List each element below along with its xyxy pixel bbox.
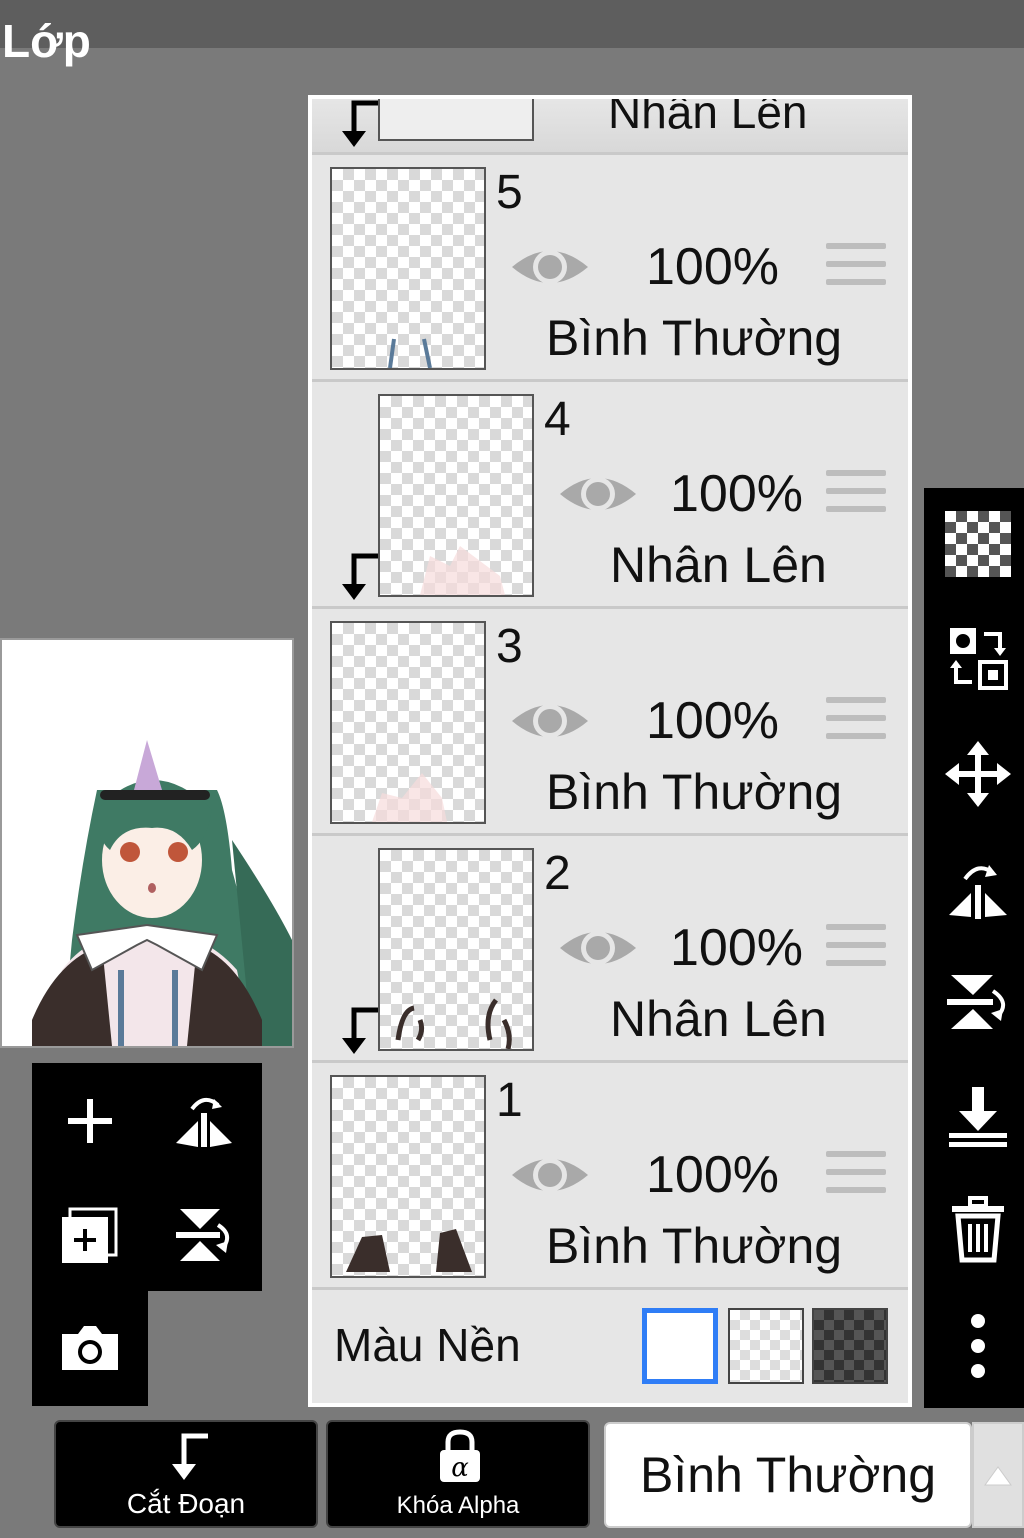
flip-horizontal-icon[interactable] bbox=[160, 1077, 248, 1165]
eye-icon[interactable] bbox=[558, 922, 638, 974]
layer-number: 5 bbox=[496, 166, 523, 219]
clip-button[interactable]: Cắt Đoạn bbox=[54, 1420, 318, 1528]
add-layer-icon[interactable] bbox=[46, 1077, 134, 1165]
flip-vertical-icon[interactable] bbox=[160, 1191, 248, 1279]
page-title: Lớp bbox=[2, 15, 91, 67]
clip-arrow-icon bbox=[172, 1433, 208, 1480]
clip-arrow-icon bbox=[342, 1007, 378, 1054]
bg-swatch-dark[interactable] bbox=[812, 1308, 888, 1384]
layer-mode[interactable]: Nhân Lên bbox=[610, 536, 827, 594]
layer-mode[interactable]: Bình Thường bbox=[546, 309, 842, 367]
eye-icon[interactable] bbox=[558, 468, 638, 520]
background-label: Màu Nền bbox=[334, 1319, 521, 1371]
layer-row[interactable]: 1 100% Bình Thường bbox=[312, 1063, 908, 1290]
trash-icon[interactable] bbox=[944, 1196, 1012, 1264]
lock-icon: α bbox=[440, 1429, 480, 1483]
move-icon[interactable] bbox=[944, 740, 1012, 808]
merge-down-icon[interactable] bbox=[944, 1082, 1012, 1150]
transparent-icon[interactable] bbox=[944, 510, 1012, 578]
eye-icon[interactable] bbox=[510, 1149, 590, 1201]
layer-opacity[interactable]: 100% bbox=[646, 691, 779, 751]
background-color-row: Màu Nền bbox=[312, 1288, 908, 1403]
drag-handle-icon[interactable] bbox=[826, 470, 886, 520]
layer-mode[interactable]: Bình Thường bbox=[546, 763, 842, 821]
alpha-lock-button[interactable]: α Khóa Alpha bbox=[326, 1420, 590, 1528]
layer-row-partial[interactable]: Nhân Lên bbox=[312, 99, 908, 155]
layer-thumbnail bbox=[378, 99, 534, 141]
blend-mode-select[interactable]: Bình Thường bbox=[604, 1422, 972, 1528]
flip-horizontal-icon[interactable] bbox=[944, 854, 1012, 922]
eye-icon[interactable] bbox=[510, 695, 590, 747]
camera-toolbox bbox=[32, 1290, 148, 1406]
layer-opacity[interactable]: 100% bbox=[670, 464, 803, 524]
layer-row[interactable]: 3 100% Bình Thường bbox=[312, 609, 908, 836]
layer-mode: Nhân Lên bbox=[608, 99, 808, 138]
layer-thumbnail bbox=[330, 621, 486, 824]
svg-text:α: α bbox=[451, 1453, 469, 1483]
alpha-lock-label: Khóa Alpha bbox=[396, 1492, 520, 1519]
layer-row[interactable]: 5 100% Bình Thường bbox=[312, 155, 908, 382]
layer-row[interactable]: 2 100% Nhân Lên bbox=[312, 836, 908, 1063]
drag-handle-icon[interactable] bbox=[826, 924, 886, 974]
layer-row[interactable]: 4 100% Nhân Lên bbox=[312, 382, 908, 609]
drag-handle-icon[interactable] bbox=[826, 697, 886, 747]
layer-opacity[interactable]: 100% bbox=[670, 918, 803, 978]
camera-icon[interactable] bbox=[46, 1304, 134, 1392]
more-icon[interactable] bbox=[944, 1312, 1012, 1380]
layer-toolbox bbox=[32, 1063, 262, 1291]
layer-thumbnail bbox=[378, 848, 534, 1051]
bg-swatch-white[interactable] bbox=[642, 1308, 718, 1384]
layer-number: 1 bbox=[496, 1074, 523, 1127]
layer-mode[interactable]: Nhân Lên bbox=[610, 990, 827, 1048]
swap-layers-icon[interactable] bbox=[944, 624, 1012, 692]
artwork-image bbox=[32, 740, 292, 1046]
eye-icon[interactable] bbox=[510, 241, 590, 293]
clip-arrow-icon bbox=[342, 553, 378, 600]
layer-opacity[interactable]: 100% bbox=[646, 237, 779, 297]
clip-label: Cắt Đoạn bbox=[126, 1488, 246, 1519]
flip-vertical-icon[interactable] bbox=[944, 968, 1012, 1036]
layer-number: 4 bbox=[544, 393, 571, 446]
chevron-up-icon[interactable] bbox=[972, 1422, 1024, 1528]
top-bar bbox=[0, 0, 1024, 48]
layer-number: 2 bbox=[544, 847, 571, 900]
layer-number: 3 bbox=[496, 620, 523, 673]
layer-panel: Nhân Lên 5 100% Bình Thường 4 100% Nhân … bbox=[308, 95, 912, 1407]
layer-mode[interactable]: Bình Thường bbox=[546, 1217, 842, 1275]
layer-thumbnail bbox=[330, 1075, 486, 1278]
layer-thumbnail bbox=[378, 394, 534, 597]
canvas-preview[interactable] bbox=[0, 638, 294, 1048]
drag-handle-icon[interactable] bbox=[826, 1151, 886, 1201]
drag-handle-icon[interactable] bbox=[826, 243, 886, 293]
right-toolbar bbox=[924, 488, 1024, 1408]
add-copy-layer-icon[interactable] bbox=[46, 1191, 134, 1279]
bg-swatch-transparent[interactable] bbox=[728, 1308, 804, 1384]
layer-opacity[interactable]: 100% bbox=[646, 1145, 779, 1205]
clip-arrow-icon bbox=[342, 100, 378, 147]
layer-thumbnail bbox=[330, 167, 486, 370]
